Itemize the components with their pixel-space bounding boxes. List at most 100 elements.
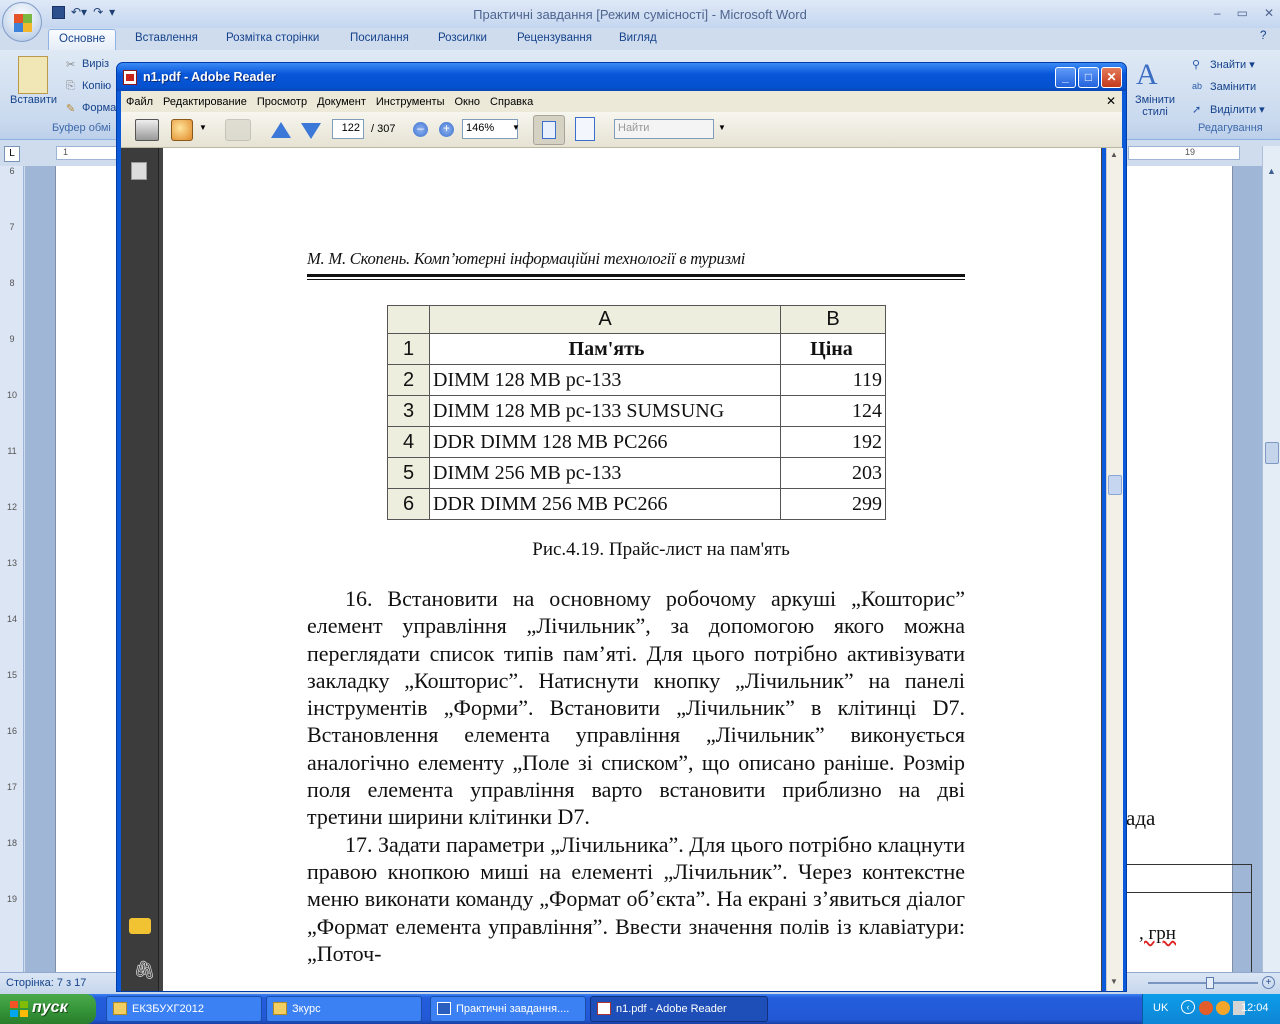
corner-cell [387, 305, 430, 334]
taskbar-item-word[interactable]: Практичні завдання.... [430, 996, 586, 1022]
cut-button[interactable]: ✂ Виріз [66, 58, 109, 71]
word-title: Практичні завдання [Режим сумісності] - … [473, 7, 807, 22]
windows-logo-icon [10, 1001, 28, 1017]
copy-button[interactable]: ⎘ Копію [66, 80, 111, 92]
zoom-level-input[interactable]: 146% [462, 119, 518, 139]
start-button[interactable]: пуск [0, 994, 96, 1024]
maximize-icon[interactable]: ▭ [1237, 6, 1248, 20]
pdf-vertical-scrollbar[interactable]: ▲ ▼ [1106, 148, 1123, 991]
dropdown-icon[interactable]: ▼ [199, 123, 207, 145]
taskbar-item-folder-2[interactable]: Зкурс [266, 996, 422, 1022]
tab-review[interactable]: Рецензування [517, 32, 592, 44]
tray-network-icon[interactable] [1216, 1001, 1230, 1015]
format-painter-label: Форма [82, 102, 117, 114]
vruler-num: 10 [6, 390, 17, 400]
zoom-out-icon[interactable]: – [413, 122, 428, 137]
menu-document[interactable]: Документ [312, 96, 371, 108]
menu-file[interactable]: Файл [121, 96, 158, 108]
tab-references[interactable]: Посилання [350, 32, 409, 44]
cell-memory-header: Пам'ять [429, 333, 781, 365]
zoom-in-icon[interactable]: + [439, 122, 454, 137]
scroll-up-icon[interactable]: ▲ [1264, 166, 1279, 178]
select-button[interactable]: ➚ Виділити ▾ [1192, 103, 1265, 116]
zoom-slider[interactable] [1148, 982, 1258, 984]
close-document-icon[interactable]: ✕ [1106, 94, 1116, 108]
fit-page-icon[interactable] [575, 117, 595, 141]
adobe-toolbar: ▼ 122 / 307 – + 146% ▼ Найти ▼ [121, 112, 1122, 148]
maximize-icon: □ [1084, 70, 1093, 84]
cell-memory: DDR DIMM 128 MB PC266 [429, 426, 781, 458]
minimize-button[interactable]: _ [1055, 67, 1076, 88]
scroll-down-icon[interactable]: ▼ [1110, 977, 1118, 986]
cursor-icon: ➚ [1192, 104, 1202, 116]
comments-panel-icon[interactable] [129, 918, 151, 934]
pages-panel-icon[interactable] [131, 162, 147, 180]
cell-memory: DIMM 256 MB pc-133 [429, 457, 781, 489]
taskbar-item-adobe[interactable]: n1.pdf - Adobe Reader [590, 996, 768, 1022]
zoom-dropdown-icon[interactable]: ▼ [512, 123, 520, 145]
scroll-up-icon[interactable]: ▲ [1110, 150, 1118, 159]
office-button[interactable] [2, 2, 42, 42]
replace-button[interactable]: ab Замінити [1192, 81, 1256, 93]
editing-group-label: Редагування [1198, 122, 1263, 134]
minimize-icon[interactable]: – [1214, 6, 1221, 20]
pdf-document-view[interactable]: М. М. Скопень. Комп’ютерні інформаційні … [159, 148, 1102, 991]
tab-home[interactable]: Основне [48, 29, 117, 51]
menu-help[interactable]: Справка [485, 96, 538, 108]
scroll-thumb[interactable] [1108, 475, 1122, 495]
search-input[interactable]: Найти [614, 119, 714, 139]
tab-selector-icon[interactable]: L [4, 146, 20, 162]
format-painter-button[interactable]: ✎ Форма [66, 102, 117, 115]
vruler-num: 19 [6, 894, 17, 904]
word-vertical-scrollbar[interactable]: ▲ [1262, 146, 1280, 972]
search-dropdown-icon[interactable]: ▼ [718, 123, 726, 145]
tray-app-icon[interactable] [1199, 1001, 1213, 1015]
table-row: 3 DIMM 128 MB pc-133 SUMSUNG 124 [387, 395, 886, 427]
find-people-icon[interactable] [171, 119, 193, 141]
tab-insert[interactable]: Вставлення [135, 32, 198, 44]
comment-icon[interactable] [225, 119, 251, 141]
tab-page-layout[interactable]: Розмітка сторінки [226, 32, 319, 44]
scroll-thumb[interactable] [1265, 442, 1279, 464]
adobe-menu-bar: Файл Редактирование Просмотр Документ Ин… [121, 91, 1122, 112]
help-icon[interactable]: ? [1260, 30, 1266, 42]
clipboard-group-label: Буфер обмі [52, 122, 111, 134]
taskbar-item-folder-1[interactable]: ЕКЗБУХГ2012 [106, 996, 262, 1022]
row-number: 1 [387, 333, 430, 365]
select-label: Виділити [1210, 104, 1257, 116]
find-button[interactable]: ⚲ Знайти ▾ [1192, 58, 1255, 71]
clock[interactable]: 12:04 [1241, 1002, 1269, 1014]
tab-view[interactable]: Вигляд [619, 32, 657, 44]
menu-view[interactable]: Просмотр [252, 96, 312, 108]
menu-tools[interactable]: Инструменты [371, 96, 450, 108]
vruler-num: 15 [6, 670, 17, 680]
close-button[interactable]: ✕ [1101, 67, 1122, 88]
maximize-button[interactable]: □ [1078, 67, 1099, 88]
row-number: 3 [387, 395, 430, 427]
tray-expand-icon[interactable]: ‹ [1181, 1000, 1195, 1014]
table-row: 4 DDR DIMM 128 MB PC266 192 [387, 426, 886, 458]
print-icon[interactable] [135, 119, 159, 141]
paste-button[interactable]: Вставити [10, 94, 57, 106]
menu-edit[interactable]: Редактирование [158, 96, 252, 108]
tab-mailings[interactable]: Розсилки [438, 32, 487, 44]
ruler-mark-right: 19 [1128, 146, 1240, 160]
fit-width-button[interactable] [533, 115, 565, 145]
language-indicator[interactable]: UK [1153, 1002, 1168, 1014]
previous-page-icon[interactable] [271, 122, 291, 138]
change-styles-button[interactable]: Змінити стилі [1130, 94, 1180, 118]
next-page-icon[interactable] [301, 123, 321, 139]
attachments-panel-icon[interactable]: 🖇 [133, 960, 156, 981]
adobe-title-bar: n1.pdf - Adobe Reader _ □ ✕ [117, 63, 1126, 91]
vruler-num: 7 [9, 222, 15, 232]
vruler-num: 16 [6, 726, 17, 736]
paste-icon[interactable] [18, 56, 48, 94]
page-number-input[interactable]: 122 [332, 119, 364, 139]
desktop: ↶▾ ↷ ▾ Практичні завдання [Режим сумісно… [0, 0, 1280, 1024]
page-count-status[interactable]: Сторінка: 7 з 17 [6, 977, 86, 989]
close-icon[interactable]: ✕ [1264, 6, 1274, 20]
zoom-in-icon[interactable]: + [1262, 976, 1275, 989]
zoom-slider-thumb[interactable] [1206, 977, 1214, 989]
menu-window[interactable]: Окно [449, 96, 485, 108]
table-row: 2 DIMM 128 MB pc-133 119 [387, 364, 886, 396]
